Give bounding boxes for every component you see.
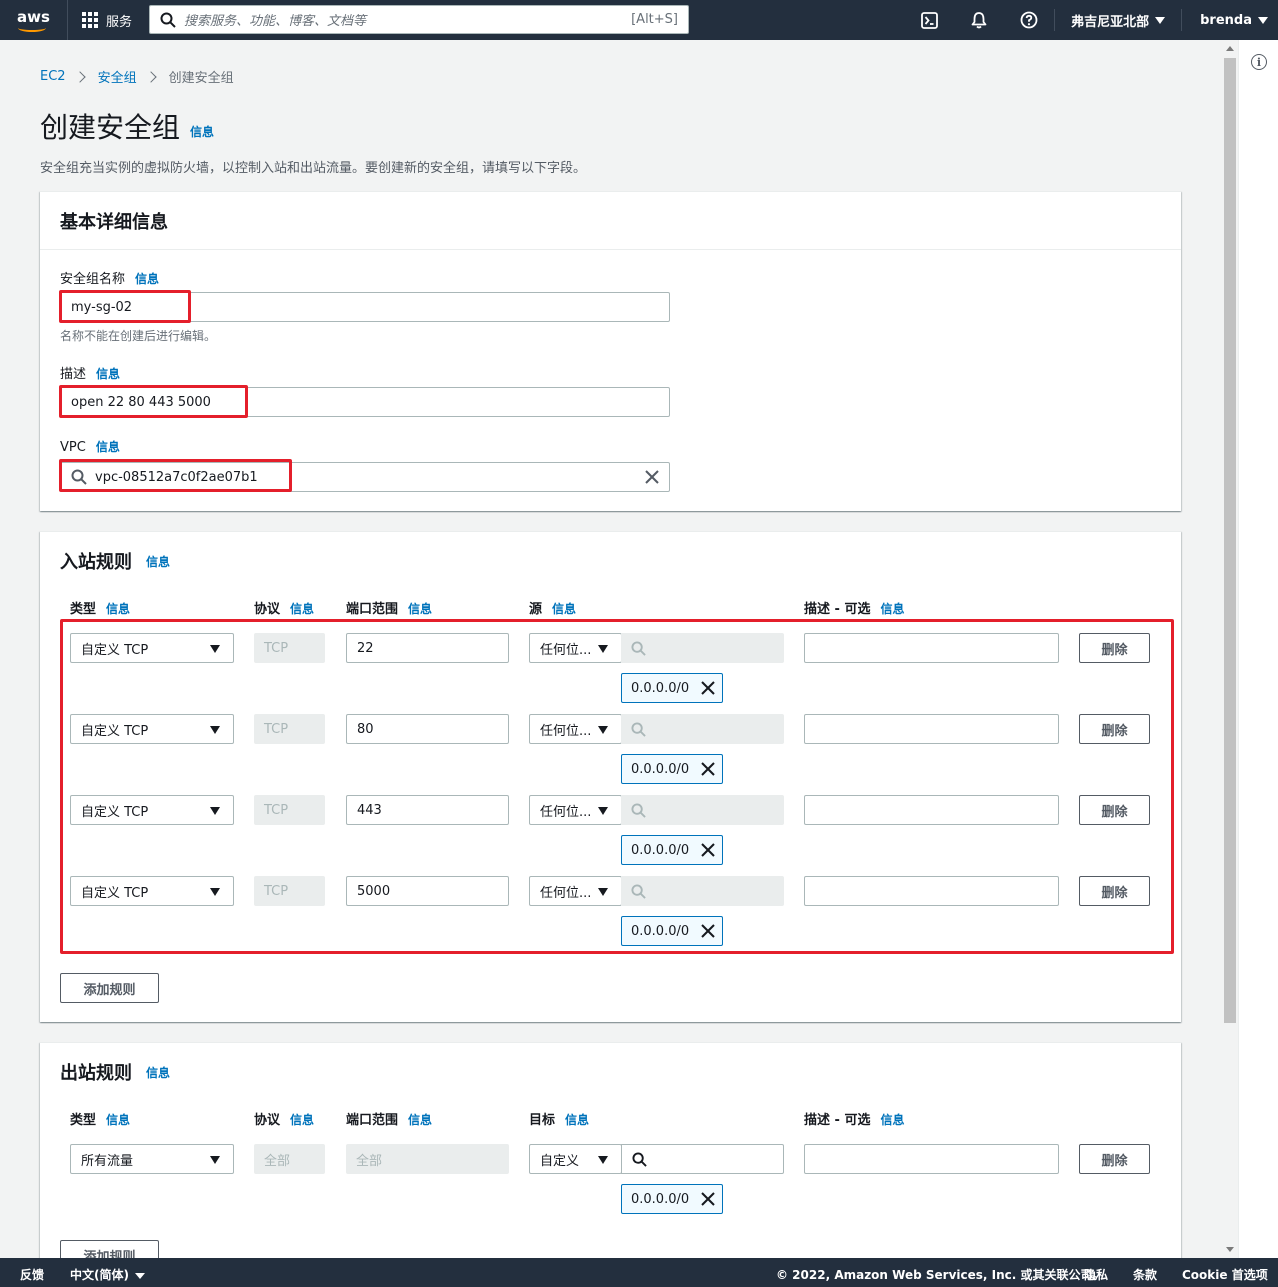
breadcrumb-ec2[interactable]: EC2	[40, 69, 66, 84]
services-label: 服务	[106, 14, 133, 30]
feedback-link[interactable]: 反馈	[20, 1266, 44, 1283]
breadcrumb: EC2 安全组 创建安全组	[40, 67, 234, 86]
privacy-link[interactable]: 隐私	[1084, 1266, 1108, 1283]
help-button[interactable]	[1004, 0, 1054, 40]
basic-details-heading: 基本详细信息	[60, 211, 168, 233]
vpc-info-link[interactable]: 信息	[96, 440, 120, 454]
page-info-link[interactable]: 信息	[190, 123, 214, 140]
vpc-label: VPC 信息	[60, 440, 120, 455]
outbound-cidr-token: 0.0.0.0/0	[621, 1184, 723, 1214]
outbound-rules-container: 出站规则 信息 类型 信息 协议 信息 端口范围 信息 目标 信息 描述 - 可选 信息 …	[40, 1042, 1181, 1272]
col-description: 描述 - 可选 信息	[804, 1113, 905, 1128]
cookie-preferences-link[interactable]: Cookie 首选项	[1182, 1266, 1268, 1283]
basic-details-header: 基本详细信息	[40, 192, 1181, 250]
outbound-description-field[interactable]	[804, 1144, 1059, 1174]
highlight-box-inbound-rules	[60, 619, 1174, 954]
caret-down-icon	[210, 1156, 220, 1164]
breadcrumb-security-groups[interactable]: 安全组	[98, 67, 137, 86]
outbound-protocol-field: 全部	[254, 1144, 325, 1174]
col-destination: 目标 信息	[529, 1113, 590, 1128]
copyright-text: © 2022, Amazon Web Services, Inc. 或其关联公司…	[776, 1268, 1105, 1282]
page-scrollbar[interactable]	[1222, 40, 1238, 1258]
inbound-rules-container: 入站规则 信息 类型 信息 协议 信息 端口范围 信息 源信息 描述 - 可选 信息 自…	[40, 531, 1181, 1022]
caret-down-icon	[134, 1273, 145, 1279]
col-port-range: 端口范围 信息	[346, 602, 433, 617]
bell-icon	[971, 12, 987, 29]
outbound-port-field: 全部	[346, 1144, 509, 1174]
caret-down-icon	[1258, 16, 1268, 24]
info-panel-icon[interactable]: i	[1251, 54, 1267, 70]
outbound-dest-select[interactable]: 自定义	[529, 1144, 622, 1174]
grid-icon	[82, 12, 98, 28]
cloudshell-icon	[920, 11, 938, 29]
sg-name-info-link[interactable]: 信息	[135, 272, 159, 286]
inbound-rules-heading: 入站规则	[60, 552, 132, 573]
chevron-right-icon	[73, 70, 86, 83]
caret-down-icon	[598, 1156, 608, 1164]
basic-details-container: 基本详细信息 安全组名称 信息 my-sg-02 名称不能在创建后进行编辑。 描述…	[40, 191, 1181, 511]
add-inbound-rule-button[interactable]: 添加规则	[60, 973, 159, 1003]
outbound-dest-search[interactable]	[621, 1144, 784, 1174]
col-description: 描述 - 可选 信息	[804, 602, 905, 617]
breadcrumb-current: 创建安全组	[168, 71, 234, 86]
global-search-input[interactable]: 搜索服务、功能、博客、文档等 [Alt+S]	[149, 5, 689, 34]
outbound-delete-button[interactable]: 删除	[1079, 1144, 1150, 1174]
outbound-info-link[interactable]: 信息	[146, 1064, 170, 1081]
highlight-box-description	[59, 385, 248, 418]
sg-name-label: 安全组名称 信息	[60, 272, 160, 287]
aws-smile-icon	[18, 24, 46, 32]
col-protocol: 协议 信息	[254, 602, 315, 617]
clear-icon[interactable]	[645, 470, 659, 484]
language-selector[interactable]: 中文(简体)	[70, 1266, 145, 1283]
caret-down-icon	[1155, 16, 1166, 24]
region-label: 弗吉尼亚北部	[1071, 14, 1150, 30]
outbound-rules-header: 出站规则 信息	[40, 1043, 1181, 1101]
sg-name-hint: 名称不能在创建后进行编辑。	[60, 329, 217, 343]
page-footer: 反馈 中文(简体) © 2022, Amazon Web Services, I…	[0, 1258, 1278, 1287]
help-icon	[1020, 11, 1038, 29]
chevron-right-icon	[144, 70, 157, 83]
page-description: 安全组充当实例的虚拟防火墙，以控制入站和出站流量。要创建新的安全组，请填写以下字…	[40, 161, 587, 176]
region-selector[interactable]: 弗吉尼亚北部	[1055, 0, 1181, 40]
scroll-thumb[interactable]	[1224, 58, 1236, 1023]
cloudshell-button[interactable]	[904, 0, 954, 40]
description-label: 描述 信息	[60, 367, 121, 382]
col-protocol: 协议 信息	[254, 1113, 315, 1128]
scroll-up-icon[interactable]	[1226, 46, 1234, 51]
highlight-box-name	[59, 290, 191, 323]
page-title: 创建安全组	[40, 111, 181, 144]
highlight-box-vpc	[59, 459, 292, 492]
inbound-rules-header: 入站规则 信息	[40, 532, 1181, 590]
inbound-info-link[interactable]: 信息	[146, 553, 170, 570]
search-shortcut: [Alt+S]	[631, 12, 678, 27]
search-placeholder: 搜索服务、功能、博客、文档等	[184, 14, 367, 29]
col-type: 类型 信息	[70, 602, 131, 617]
description-info-link[interactable]: 信息	[96, 367, 120, 381]
services-menu-button[interactable]: 服务	[68, 0, 144, 40]
outbound-type-select[interactable]: 所有流量	[70, 1144, 234, 1174]
search-icon	[632, 1151, 647, 1167]
col-type: 类型 信息	[70, 1113, 131, 1128]
aws-logo[interactable]: aws	[0, 0, 68, 40]
col-source: 源信息	[529, 602, 577, 617]
scroll-down-icon[interactable]	[1226, 1247, 1234, 1252]
top-navigation: aws 服务 搜索服务、功能、博客、文档等 [Alt+S] 弗吉尼亚北部 bre…	[0, 0, 1278, 40]
tools-panel-rail: i	[1238, 40, 1278, 1258]
col-port-range: 端口范围 信息	[346, 1113, 433, 1128]
user-menu[interactable]: brenda	[1182, 0, 1278, 40]
outbound-rules-heading: 出站规则	[60, 1063, 132, 1084]
remove-token-icon[interactable]	[701, 1192, 715, 1206]
notifications-button[interactable]	[954, 0, 1004, 40]
user-name: brenda	[1200, 12, 1252, 28]
search-icon	[160, 12, 176, 28]
terms-link[interactable]: 条款	[1133, 1266, 1157, 1283]
